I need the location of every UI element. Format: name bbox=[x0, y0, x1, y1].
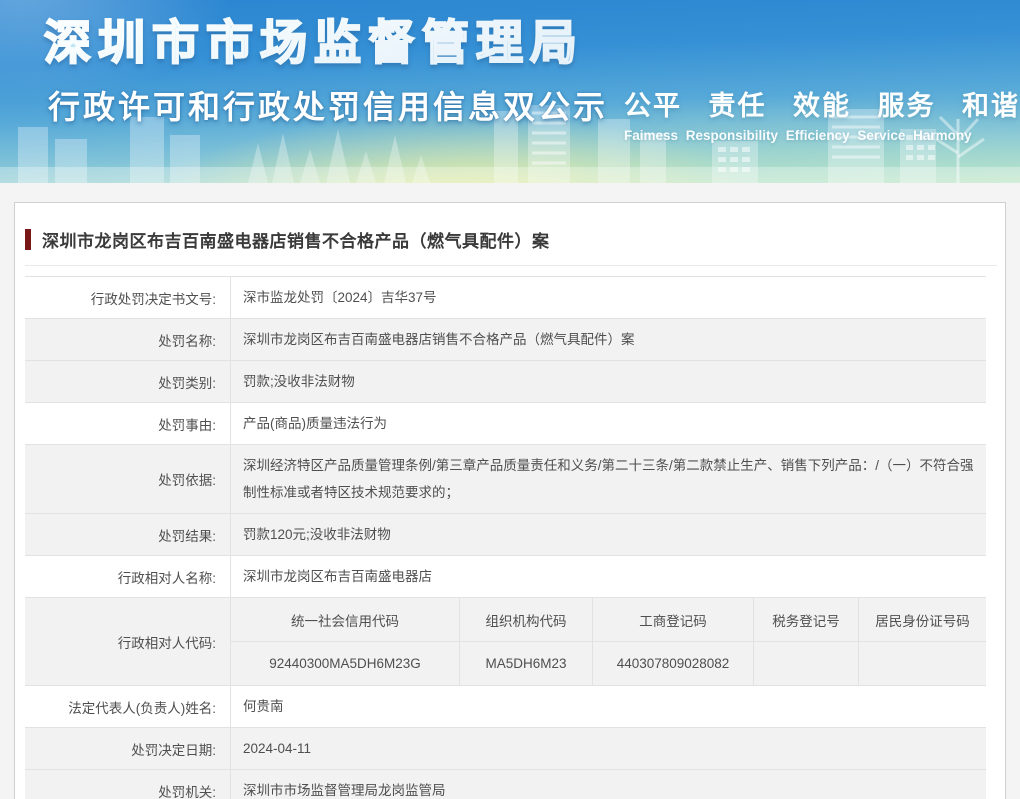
row-label: 行政处罚决定书文号: bbox=[25, 277, 231, 318]
table-row: 法定代表人(负责人)姓名:何贵南 bbox=[25, 686, 986, 728]
table-row: 处罚名称:深圳市龙岗区布吉百南盛电器店销售不合格产品（燃气具配件）案 bbox=[25, 319, 986, 361]
row-value: 罚款120元;没收非法财物 bbox=[231, 514, 986, 555]
row-value: 2024-04-11 bbox=[231, 728, 986, 769]
table-row: 处罚依据:深圳经济特区产品质量管理条例/第三章产品质量责任和义务/第二十三条/第… bbox=[25, 445, 986, 514]
row-value: 深圳市龙岗区布吉百南盛电器店 bbox=[231, 556, 986, 597]
codes-value: 440307809028082 bbox=[593, 642, 754, 685]
site-banner: 深圳市市场监督管理局 行政许可和行政处罚信用信息双公示 公平 责任 效能 服务 … bbox=[0, 0, 1020, 183]
codes-column-header: 居民身份证号码 bbox=[859, 598, 986, 641]
table-row: 行政相对人代码:统一社会信用代码组织机构代码工商登记码税务登记号居民身份证号码 9… bbox=[25, 598, 986, 686]
slogan-chinese: 公平 责任 效能 服务 和谐 bbox=[624, 84, 994, 123]
codes-column-header: 组织机构代码 bbox=[460, 598, 593, 641]
codes-column-header: 工商登记码 bbox=[593, 598, 754, 641]
penalty-info-table: 行政处罚决定书文号:深市监龙处罚〔2024〕吉华37号处罚名称:深圳市龙岗区布吉… bbox=[25, 276, 986, 799]
table-row: 行政处罚决定书文号:深市监龙处罚〔2024〕吉华37号 bbox=[25, 277, 986, 319]
slogan-english: Faimess Responsibility Efficiency Servic… bbox=[624, 128, 994, 143]
row-label: 处罚事由: bbox=[25, 403, 231, 444]
row-value: 罚款;没收非法财物 bbox=[231, 361, 986, 402]
title-accent-bar bbox=[25, 229, 31, 250]
row-label: 处罚名称: bbox=[25, 319, 231, 360]
codes-value bbox=[754, 642, 859, 685]
codes-value: 92440300MA5DH6M23G bbox=[231, 642, 460, 685]
row-value: 深圳市市场监督管理局龙岗监管局 bbox=[231, 770, 986, 799]
row-label: 处罚依据: bbox=[25, 445, 231, 513]
codes-column-header: 统一社会信用代码 bbox=[231, 598, 460, 641]
row-value: 深圳市龙岗区布吉百南盛电器店销售不合格产品（燃气具配件）案 bbox=[231, 319, 986, 360]
banner-slogan: 公平 责任 效能 服务 和谐 Faimess Responsibility Ef… bbox=[624, 84, 994, 143]
row-value: 深圳经济特区产品质量管理条例/第三章产品质量责任和义务/第二十三条/第二款禁止生… bbox=[231, 445, 986, 513]
table-row: 处罚事由:产品(商品)质量违法行为 bbox=[25, 403, 986, 445]
case-title-block: 深圳市龙岗区布吉百南盛电器店销售不合格产品（燃气具配件）案 bbox=[25, 227, 1005, 252]
row-label: 处罚机关: bbox=[25, 770, 231, 799]
row-value: 统一社会信用代码组织机构代码工商登记码税务登记号居民身份证号码 92440300M… bbox=[231, 598, 986, 685]
row-label: 行政相对人代码: bbox=[25, 598, 231, 685]
row-label: 行政相对人名称: bbox=[25, 556, 231, 597]
table-row: 处罚机关:深圳市市场监督管理局龙岗监管局 bbox=[25, 770, 986, 799]
content-card: 深圳市龙岗区布吉百南盛电器店销售不合格产品（燃气具配件）案 行政处罚决定书文号:… bbox=[14, 202, 1006, 799]
codes-value bbox=[859, 642, 986, 685]
row-label: 处罚类别: bbox=[25, 361, 231, 402]
row-label: 处罚决定日期: bbox=[25, 728, 231, 769]
row-value: 深市监龙处罚〔2024〕吉华37号 bbox=[231, 277, 986, 318]
table-row: 处罚类别:罚款;没收非法财物 bbox=[25, 361, 986, 403]
page-title: 深圳市龙岗区布吉百南盛电器店销售不合格产品（燃气具配件）案 bbox=[42, 227, 550, 252]
row-value: 何贵南 bbox=[231, 686, 986, 727]
codes-column-header: 税务登记号 bbox=[754, 598, 859, 641]
table-row: 处罚结果:罚款120元;没收非法财物 bbox=[25, 514, 986, 556]
banner-subtitle: 行政许可和行政处罚信用信息双公示 bbox=[48, 82, 608, 128]
row-label: 处罚结果: bbox=[25, 514, 231, 555]
table-row: 处罚决定日期:2024-04-11 bbox=[25, 728, 986, 770]
table-row: 行政相对人名称:深圳市龙岗区布吉百南盛电器店 bbox=[25, 556, 986, 598]
row-label: 法定代表人(负责人)姓名: bbox=[25, 686, 231, 727]
title-divider bbox=[25, 265, 997, 266]
codes-value: MA5DH6M23 bbox=[460, 642, 593, 685]
agency-title: 深圳市市场监督管理局 bbox=[44, 4, 584, 73]
row-value: 产品(商品)质量违法行为 bbox=[231, 403, 986, 444]
